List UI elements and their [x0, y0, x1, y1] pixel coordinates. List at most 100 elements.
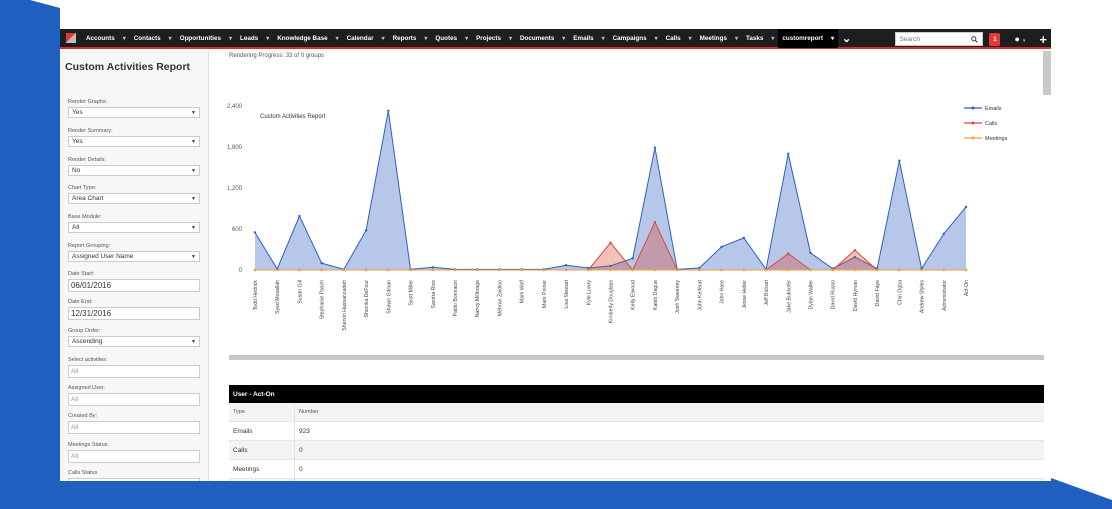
multiselect-field[interactable]: All	[68, 478, 200, 481]
table-title: User - Act-On	[229, 385, 1044, 403]
chevron-down-icon[interactable]: ▾	[509, 35, 512, 42]
chevron-down-icon[interactable]: ▾	[735, 35, 738, 42]
nav-item-accounts[interactable]: Accounts ▾	[82, 29, 130, 48]
nav-item-opportunities[interactable]: Opportunities ▾	[176, 29, 236, 48]
chevron-down-icon[interactable]: ▾	[602, 35, 605, 42]
chevron-down-icon[interactable]: ▾	[771, 35, 774, 42]
nav-item-label: Calls	[665, 34, 681, 42]
multiselect-field[interactable]: All	[68, 450, 200, 463]
select-dropdown[interactable]: Area Chart ▼	[68, 193, 200, 204]
data-point	[809, 268, 812, 272]
global-search[interactable]	[895, 32, 984, 46]
user-icon[interactable]: ● ▾	[1014, 34, 1025, 44]
nav-item-label: Leads	[239, 34, 259, 42]
nav-item-label: Projects	[476, 34, 501, 42]
chevron-down-icon[interactable]: ▾	[123, 35, 126, 42]
x-tick-label: Scott Miller	[409, 280, 415, 306]
horizontal-scrollbar[interactable]	[229, 355, 1044, 360]
data-point	[653, 220, 657, 224]
field-label: Report Grouping:	[68, 243, 111, 249]
field-label: Chart Type:	[68, 185, 97, 191]
chevron-down-icon[interactable]: ▾	[562, 35, 565, 42]
data-point	[964, 205, 968, 209]
select-dropdown[interactable]: Yes ▼	[68, 136, 200, 147]
x-tick-label: Jesse Heller	[742, 280, 748, 309]
filter-field: Base Module: All ▼	[68, 214, 200, 233]
data-point	[587, 268, 590, 272]
nav-item-documents[interactable]: Documents ▾	[516, 29, 569, 48]
nav-item-campaigns[interactable]: Campaigns ▾	[609, 29, 662, 48]
nav-item-quotes[interactable]: Quotes ▾	[431, 29, 472, 48]
field-label: Select activities:	[68, 357, 108, 363]
nav-item-meetings[interactable]: Meetings ▾	[696, 29, 742, 48]
data-point	[364, 229, 368, 232]
data-point	[720, 268, 723, 272]
x-tick-label: Jeff Bickart	[764, 279, 770, 305]
nav-item-label: Documents	[519, 34, 555, 42]
search-input[interactable]	[899, 35, 972, 43]
x-tick-label: Dylan Walter	[808, 280, 814, 310]
chart-title: Custom Activities Report	[260, 114, 326, 120]
more-menu-chevron-icon[interactable]: ⌄	[838, 29, 855, 48]
data-point	[742, 236, 746, 240]
chevron-down-icon[interactable]: ▾	[336, 35, 339, 42]
select-dropdown[interactable]: Ascending ▼	[68, 336, 200, 347]
data-point	[431, 268, 434, 272]
field-value: No	[72, 167, 81, 174]
x-tick-label: Shenika DeFour	[364, 280, 370, 318]
suitecrm-cube-icon[interactable]	[60, 29, 82, 48]
column-header: Type	[229, 403, 295, 421]
chevron-down-icon[interactable]: ▾	[424, 35, 427, 42]
nav-item-calendar[interactable]: Calendar ▾	[343, 29, 389, 48]
data-point	[498, 268, 501, 272]
select-dropdown[interactable]: All ▼	[68, 222, 200, 233]
chevron-down-icon[interactable]: ▾	[169, 35, 172, 42]
data-point	[787, 252, 790, 255]
dropdown-arrow-icon: ▼	[191, 195, 196, 202]
nav-item-knowledge-base[interactable]: Knowledge Base ▾	[273, 29, 342, 48]
field-label: Group Order:	[68, 328, 101, 334]
chevron-down-icon[interactable]: ▾	[689, 35, 692, 42]
field-label: Date Start:	[68, 271, 95, 277]
chevron-down-icon[interactable]: ▾	[229, 35, 232, 42]
select-dropdown[interactable]: Yes ▼	[68, 107, 200, 118]
nav-item-projects[interactable]: Projects ▾	[472, 29, 516, 48]
y-tick-label: 0	[239, 268, 243, 274]
nav-item-tasks[interactable]: Tasks ▾	[742, 29, 778, 48]
table-cell: Emails	[229, 422, 295, 440]
nav-item-reports[interactable]: Reports ▾	[389, 29, 432, 48]
chevron-down-icon[interactable]: ▾	[465, 35, 468, 42]
table-row: Calls 0	[229, 441, 1044, 460]
chevron-down-icon[interactable]: ▾	[266, 35, 269, 42]
vertical-scrollbar[interactable]	[1043, 51, 1051, 95]
nav-item-contacts[interactable]: Contacts ▾	[130, 29, 176, 48]
report-filter-sidebar: Custom Activities Report Render Graphs: Y…	[60, 51, 209, 481]
x-tick-label: Chin Ogba	[897, 280, 903, 305]
nav-item-emails[interactable]: Emails ▾	[569, 29, 608, 48]
date-field[interactable]: 12/31/2016	[68, 307, 200, 320]
multiselect-field[interactable]: All	[68, 393, 200, 406]
field-value: Ascending	[72, 338, 103, 345]
nav-item-customreport[interactable]: customreport ▾	[778, 29, 838, 48]
date-field[interactable]: 06/01/2016	[68, 279, 200, 292]
multiselect-field[interactable]: All	[68, 421, 200, 434]
nav-item-leads[interactable]: Leads ▾	[236, 29, 273, 48]
nav-item-calls[interactable]: Calls ▾	[662, 29, 696, 48]
multiselect-field[interactable]: All	[68, 365, 200, 378]
dropdown-arrow-icon: ▼	[191, 338, 196, 345]
notification-badge[interactable]: 1	[989, 32, 1001, 46]
select-dropdown[interactable]: Assigned User Name ▼	[68, 251, 200, 262]
data-point	[320, 261, 323, 265]
field-label: Created By:	[68, 413, 98, 419]
nav-item-label: Accounts	[86, 34, 115, 42]
data-point	[276, 268, 279, 272]
search-icon[interactable]	[971, 35, 979, 43]
data-point	[698, 268, 701, 272]
chevron-down-icon[interactable]: ▾	[382, 35, 385, 42]
plus-icon[interactable]: +	[1039, 32, 1047, 47]
data-point	[520, 268, 523, 272]
chevron-down-icon[interactable]: ▾	[655, 35, 658, 42]
data-point	[942, 232, 945, 235]
select-dropdown[interactable]: No ▼	[68, 165, 200, 176]
chevron-down-icon[interactable]: ▾	[831, 35, 834, 42]
